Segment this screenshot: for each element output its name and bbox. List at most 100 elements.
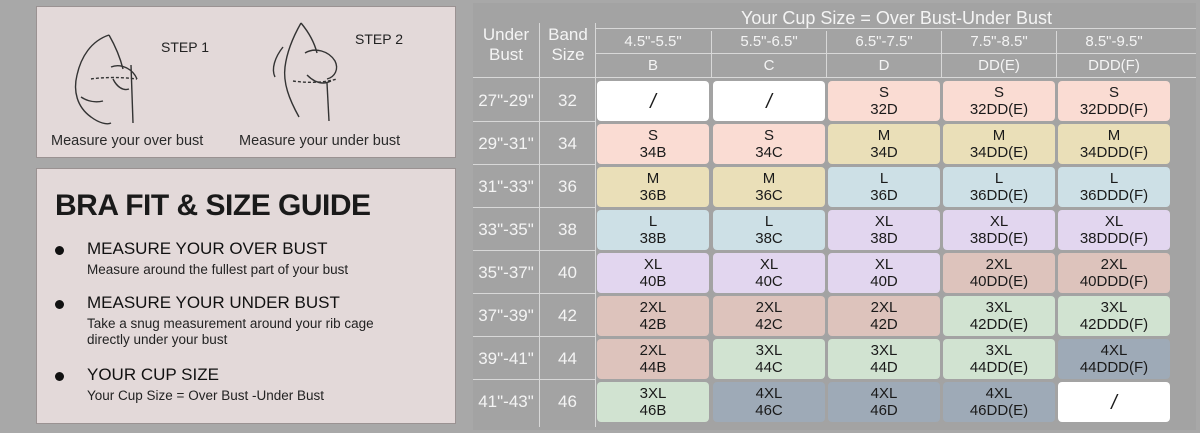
size-code: 44B — [639, 359, 667, 376]
guide-item-description: Measure around the fullest part of your … — [87, 262, 349, 277]
measuring-steps-panel: STEP 1 Measure your over bust STEP 2 Mea… — [36, 6, 456, 158]
grid-line — [473, 77, 1196, 78]
size-letter: XL — [759, 256, 779, 273]
size-cell: S 32D — [828, 81, 940, 121]
size-code: 40DD(E) — [969, 273, 1029, 290]
size-letter: S — [1108, 84, 1119, 101]
size-letter: 4XL — [1100, 342, 1128, 359]
size-code: 36D — [870, 187, 898, 204]
cup-range-header: 8.5"-9.5" — [1085, 33, 1143, 50]
size-cell: 4XL 46D — [828, 382, 940, 422]
size-cell: S 32DDD(F) — [1058, 81, 1170, 121]
step-2-label: STEP 2 — [355, 31, 403, 47]
size-cell: S 34C — [713, 124, 825, 164]
size-code: 40DDD(F) — [1079, 273, 1149, 290]
size-cell: 4XL 44DDD(F) — [1058, 339, 1170, 379]
size-code: 38DD(E) — [969, 230, 1029, 247]
guide-item-heading: YOUR CUP SIZE — [87, 365, 219, 384]
size-code: 42DD(E) — [969, 316, 1029, 333]
grid-line — [473, 164, 595, 165]
size-code: 42C — [755, 316, 783, 333]
size-letter: 2XL — [639, 299, 667, 316]
size-letter: M — [646, 170, 660, 187]
grid-line — [595, 23, 596, 427]
size-cell: XL 40B — [597, 253, 709, 293]
under-bust-range: 31"-33" — [478, 177, 534, 196]
band-size: 36 — [558, 177, 577, 196]
under-bust-range: 39"-41" — [478, 349, 534, 368]
size-code: 36DD(E) — [969, 187, 1029, 204]
size-letter: 2XL — [1100, 256, 1128, 273]
size-letter: S — [993, 84, 1004, 101]
grid-line — [595, 28, 1196, 29]
size-letter: / — [650, 91, 656, 113]
size-cell: L 38C — [713, 210, 825, 250]
bullet-icon — [55, 300, 64, 309]
size-cell: M 36C — [713, 167, 825, 207]
size-code: 44DDD(F) — [1079, 359, 1149, 376]
size-letter: 4XL — [985, 385, 1013, 402]
size-code: 32DDD(F) — [1079, 101, 1149, 118]
under-bust-range: 33"-35" — [478, 220, 534, 239]
under-bust-range: 35"-37" — [478, 263, 534, 282]
grid-line — [595, 53, 1196, 54]
size-code: 46C — [755, 402, 783, 419]
guide-item-heading: MEASURE YOUR OVER BUST — [87, 239, 328, 258]
size-letter: 2XL — [870, 299, 898, 316]
size-code: 36B — [639, 187, 667, 204]
cup-letter-header: C — [763, 57, 775, 74]
size-letter: 2XL — [639, 342, 667, 359]
size-code: 42D — [870, 316, 898, 333]
grid-line — [711, 31, 712, 77]
size-cell: 3XL 42DDD(F) — [1058, 296, 1170, 336]
grid-line — [473, 121, 595, 122]
cup-letter-header: DD(E) — [978, 57, 1020, 74]
guide-item-description: Take a snug measurement around your rib … — [87, 316, 374, 347]
size-code: 34DDD(F) — [1079, 144, 1149, 161]
size-letter: XL — [874, 213, 894, 230]
size-letter: M — [1107, 127, 1121, 144]
under-bust-header: Under Bust — [482, 25, 530, 64]
size-cell: M 34DDD(F) — [1058, 124, 1170, 164]
band-size: 34 — [558, 134, 577, 153]
size-cell: / — [1058, 382, 1170, 422]
size-letter: XL — [1104, 213, 1124, 230]
size-cell: 3XL 42DD(E) — [943, 296, 1055, 336]
band-size: 32 — [558, 91, 577, 110]
size-letter: 3XL — [1100, 299, 1128, 316]
under-bust-range: 29"-31" — [478, 134, 534, 153]
size-letter: / — [1111, 392, 1117, 414]
size-code: 44DD(E) — [969, 359, 1029, 376]
size-letter: L — [879, 170, 889, 187]
size-cell: 2XL 42D — [828, 296, 940, 336]
cup-letter-header: D — [878, 57, 890, 74]
size-letter: 3XL — [985, 299, 1013, 316]
guide-item-description: Your Cup Size = Over Bust -Under Bust — [87, 388, 324, 403]
size-letter: XL — [643, 256, 663, 273]
size-letter: L — [648, 213, 658, 230]
size-code: 34B — [639, 144, 667, 161]
size-letter: M — [877, 127, 891, 144]
size-letter: S — [763, 127, 774, 144]
size-code: 46DD(E) — [969, 402, 1029, 419]
band-size: 38 — [558, 220, 577, 239]
size-cell: L 36DD(E) — [943, 167, 1055, 207]
size-code: 44D — [870, 359, 898, 376]
size-letter: 3XL — [755, 342, 783, 359]
guide-title: BRA FIT & SIZE GUIDE — [55, 189, 371, 222]
size-cell: 2XL 42C — [713, 296, 825, 336]
grid-line — [473, 379, 595, 380]
size-cell: XL 40C — [713, 253, 825, 293]
size-letter: S — [878, 84, 889, 101]
size-cell: 4XL 46C — [713, 382, 825, 422]
size-letter: 3XL — [870, 342, 898, 359]
step-1-caption: Measure your over bust — [51, 133, 204, 149]
size-cell: S 32DD(E) — [943, 81, 1055, 121]
grid-line — [941, 31, 942, 77]
size-letter: XL — [989, 213, 1009, 230]
size-code: 36DDD(F) — [1079, 187, 1149, 204]
size-code: 34DD(E) — [969, 144, 1029, 161]
size-letter: 2XL — [985, 256, 1013, 273]
size-cell: 3XL 46B — [597, 382, 709, 422]
size-letter: M — [992, 127, 1006, 144]
